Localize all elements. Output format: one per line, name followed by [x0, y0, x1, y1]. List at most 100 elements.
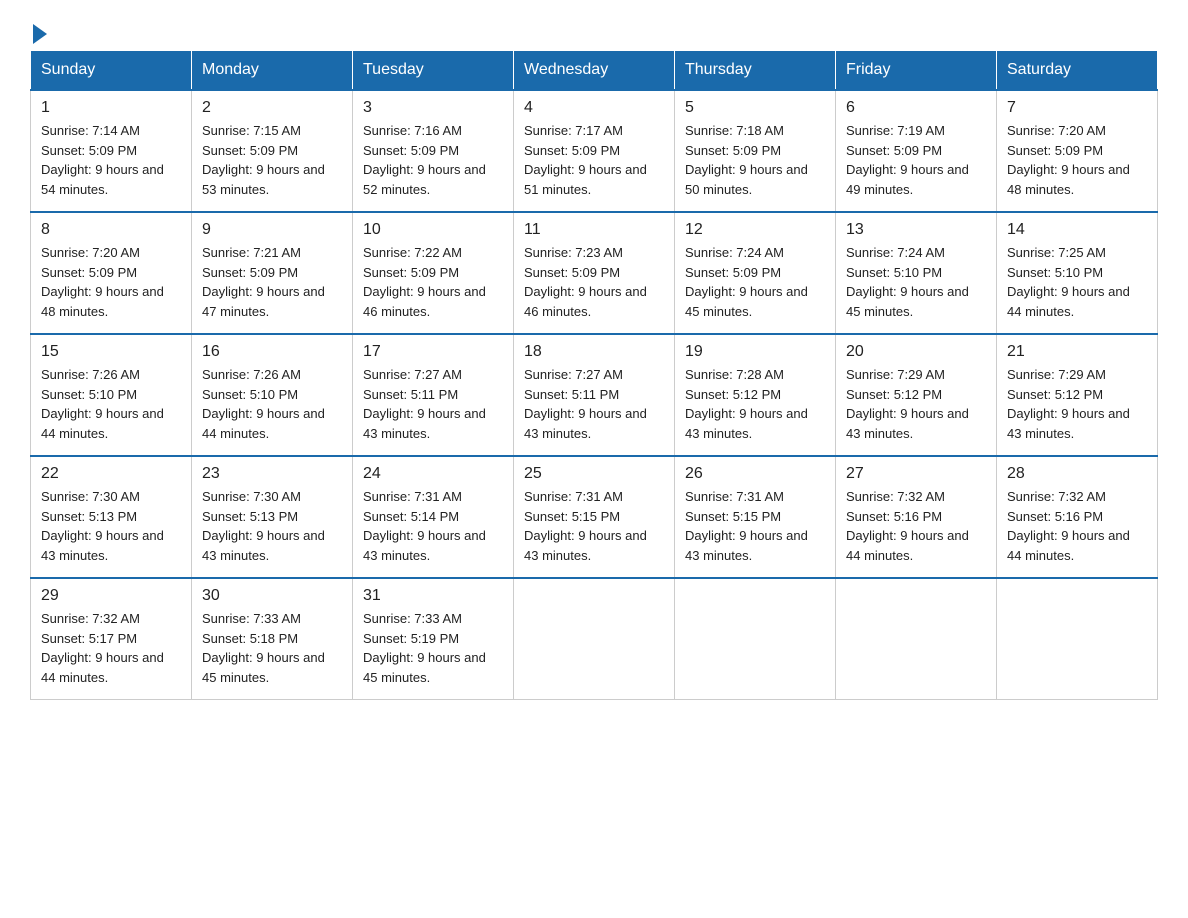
- day-number: 7: [1007, 99, 1147, 117]
- day-cell-21: 21 Sunrise: 7:29 AMSunset: 5:12 PMDayligh…: [997, 334, 1158, 456]
- day-cell-13: 13 Sunrise: 7:24 AMSunset: 5:10 PMDayligh…: [836, 212, 997, 334]
- day-info: Sunrise: 7:19 AMSunset: 5:09 PMDaylight:…: [846, 121, 986, 199]
- day-info: Sunrise: 7:24 AMSunset: 5:10 PMDaylight:…: [846, 243, 986, 321]
- day-number: 28: [1007, 465, 1147, 483]
- day-info: Sunrise: 7:32 AMSunset: 5:16 PMDaylight:…: [846, 487, 986, 565]
- day-info: Sunrise: 7:31 AMSunset: 5:14 PMDaylight:…: [363, 487, 503, 565]
- day-number: 5: [685, 99, 825, 117]
- week-row-3: 15 Sunrise: 7:26 AMSunset: 5:10 PMDayligh…: [31, 334, 1158, 456]
- day-number: 26: [685, 465, 825, 483]
- week-row-1: 1Sunrise: 7:14 AMSunset: 5:09 PMDaylight…: [31, 90, 1158, 212]
- day-cell-7: 7 Sunrise: 7:20 AMSunset: 5:09 PMDaylight…: [997, 90, 1158, 212]
- logo-arrow-icon: [33, 24, 47, 44]
- day-info: Sunrise: 7:21 AMSunset: 5:09 PMDaylight:…: [202, 243, 342, 321]
- day-cell-28: 28 Sunrise: 7:32 AMSunset: 5:16 PMDayligh…: [997, 456, 1158, 578]
- day-info: Sunrise: 7:16 AMSunset: 5:09 PMDaylight:…: [363, 121, 503, 199]
- day-info: Sunrise: 7:33 AMSunset: 5:18 PMDaylight:…: [202, 609, 342, 687]
- weekday-header-sunday: Sunday: [31, 51, 192, 91]
- day-cell-2: 2 Sunrise: 7:15 AMSunset: 5:09 PMDaylight…: [192, 90, 353, 212]
- day-number: 1: [41, 99, 181, 117]
- day-number: 13: [846, 221, 986, 239]
- day-number: 27: [846, 465, 986, 483]
- day-info: Sunrise: 7:33 AMSunset: 5:19 PMDaylight:…: [363, 609, 503, 687]
- day-cell-22: 22 Sunrise: 7:30 AMSunset: 5:13 PMDayligh…: [31, 456, 192, 578]
- day-cell-18: 18 Sunrise: 7:27 AMSunset: 5:11 PMDayligh…: [514, 334, 675, 456]
- day-number: 8: [41, 221, 181, 239]
- day-number: 9: [202, 221, 342, 239]
- day-cell-11: 11 Sunrise: 7:23 AMSunset: 5:09 PMDayligh…: [514, 212, 675, 334]
- day-cell-26: 26 Sunrise: 7:31 AMSunset: 5:15 PMDayligh…: [675, 456, 836, 578]
- day-cell-25: 25 Sunrise: 7:31 AMSunset: 5:15 PMDayligh…: [514, 456, 675, 578]
- day-info: Sunrise: 7:15 AMSunset: 5:09 PMDaylight:…: [202, 121, 342, 199]
- weekday-header-friday: Friday: [836, 51, 997, 91]
- day-info: Sunrise: 7:31 AMSunset: 5:15 PMDaylight:…: [524, 487, 664, 565]
- day-cell-17: 17 Sunrise: 7:27 AMSunset: 5:11 PMDayligh…: [353, 334, 514, 456]
- day-info: Sunrise: 7:31 AMSunset: 5:15 PMDaylight:…: [685, 487, 825, 565]
- day-info: Sunrise: 7:30 AMSunset: 5:13 PMDaylight:…: [202, 487, 342, 565]
- weekday-header-saturday: Saturday: [997, 51, 1158, 91]
- day-number: 16: [202, 343, 342, 361]
- day-cell-31: 31 Sunrise: 7:33 AMSunset: 5:19 PMDayligh…: [353, 578, 514, 700]
- day-number: 18: [524, 343, 664, 361]
- day-cell-29: 29Sunrise: 7:32 AMSunset: 5:17 PMDayligh…: [31, 578, 192, 700]
- day-cell-12: 12Sunrise: 7:24 AMSunset: 5:09 PMDayligh…: [675, 212, 836, 334]
- day-number: 21: [1007, 343, 1147, 361]
- day-cell-10: 10Sunrise: 7:22 AMSunset: 5:09 PMDayligh…: [353, 212, 514, 334]
- weekday-header-thursday: Thursday: [675, 51, 836, 91]
- logo: [30, 20, 47, 40]
- weekday-header-wednesday: Wednesday: [514, 51, 675, 91]
- day-number: 4: [524, 99, 664, 117]
- day-cell-30: 30 Sunrise: 7:33 AMSunset: 5:18 PMDayligh…: [192, 578, 353, 700]
- day-cell-3: 3 Sunrise: 7:16 AMSunset: 5:09 PMDaylight…: [353, 90, 514, 212]
- day-number: 22: [41, 465, 181, 483]
- week-row-5: 29Sunrise: 7:32 AMSunset: 5:17 PMDayligh…: [31, 578, 1158, 700]
- weekday-header-tuesday: Tuesday: [353, 51, 514, 91]
- day-cell-4: 4 Sunrise: 7:17 AMSunset: 5:09 PMDaylight…: [514, 90, 675, 212]
- day-number: 12: [685, 221, 825, 239]
- day-cell-5: 5 Sunrise: 7:18 AMSunset: 5:09 PMDaylight…: [675, 90, 836, 212]
- day-info: Sunrise: 7:26 AMSunset: 5:10 PMDaylight:…: [202, 365, 342, 443]
- day-number: 11: [524, 221, 664, 239]
- week-row-4: 22 Sunrise: 7:30 AMSunset: 5:13 PMDayligh…: [31, 456, 1158, 578]
- empty-day-cell: [997, 578, 1158, 700]
- day-number: 3: [363, 99, 503, 117]
- day-info: Sunrise: 7:20 AMSunset: 5:09 PMDaylight:…: [1007, 121, 1147, 199]
- day-cell-8: 8Sunrise: 7:20 AMSunset: 5:09 PMDaylight…: [31, 212, 192, 334]
- week-row-2: 8Sunrise: 7:20 AMSunset: 5:09 PMDaylight…: [31, 212, 1158, 334]
- day-number: 6: [846, 99, 986, 117]
- day-number: 29: [41, 587, 181, 605]
- day-cell-9: 9 Sunrise: 7:21 AMSunset: 5:09 PMDaylight…: [192, 212, 353, 334]
- day-info: Sunrise: 7:28 AMSunset: 5:12 PMDaylight:…: [685, 365, 825, 443]
- day-info: Sunrise: 7:22 AMSunset: 5:09 PMDaylight:…: [363, 243, 503, 321]
- day-info: Sunrise: 7:17 AMSunset: 5:09 PMDaylight:…: [524, 121, 664, 199]
- day-number: 15: [41, 343, 181, 361]
- weekday-header-row: SundayMondayTuesdayWednesdayThursdayFrid…: [31, 51, 1158, 91]
- day-cell-20: 20Sunrise: 7:29 AMSunset: 5:12 PMDayligh…: [836, 334, 997, 456]
- day-number: 17: [363, 343, 503, 361]
- day-info: Sunrise: 7:32 AMSunset: 5:16 PMDaylight:…: [1007, 487, 1147, 565]
- day-number: 31: [363, 587, 503, 605]
- day-cell-23: 23 Sunrise: 7:30 AMSunset: 5:13 PMDayligh…: [192, 456, 353, 578]
- day-info: Sunrise: 7:27 AMSunset: 5:11 PMDaylight:…: [524, 365, 664, 443]
- day-cell-15: 15Sunrise: 7:26 AMSunset: 5:10 PMDayligh…: [31, 334, 192, 456]
- day-info: Sunrise: 7:23 AMSunset: 5:09 PMDaylight:…: [524, 243, 664, 321]
- day-number: 25: [524, 465, 664, 483]
- day-info: Sunrise: 7:18 AMSunset: 5:09 PMDaylight:…: [685, 121, 825, 199]
- calendar-table: SundayMondayTuesdayWednesdayThursdayFrid…: [30, 50, 1158, 700]
- empty-day-cell: [675, 578, 836, 700]
- day-number: 24: [363, 465, 503, 483]
- day-info: Sunrise: 7:30 AMSunset: 5:13 PMDaylight:…: [41, 487, 181, 565]
- day-info: Sunrise: 7:27 AMSunset: 5:11 PMDaylight:…: [363, 365, 503, 443]
- day-number: 23: [202, 465, 342, 483]
- day-number: 30: [202, 587, 342, 605]
- day-info: Sunrise: 7:29 AMSunset: 5:12 PMDaylight:…: [846, 365, 986, 443]
- page-header: [30, 20, 1158, 40]
- empty-day-cell: [514, 578, 675, 700]
- weekday-header-monday: Monday: [192, 51, 353, 91]
- day-cell-16: 16 Sunrise: 7:26 AMSunset: 5:10 PMDayligh…: [192, 334, 353, 456]
- day-number: 14: [1007, 221, 1147, 239]
- empty-day-cell: [836, 578, 997, 700]
- day-info: Sunrise: 7:29 AMSunset: 5:12 PMDaylight:…: [1007, 365, 1147, 443]
- day-number: 2: [202, 99, 342, 117]
- day-number: 19: [685, 343, 825, 361]
